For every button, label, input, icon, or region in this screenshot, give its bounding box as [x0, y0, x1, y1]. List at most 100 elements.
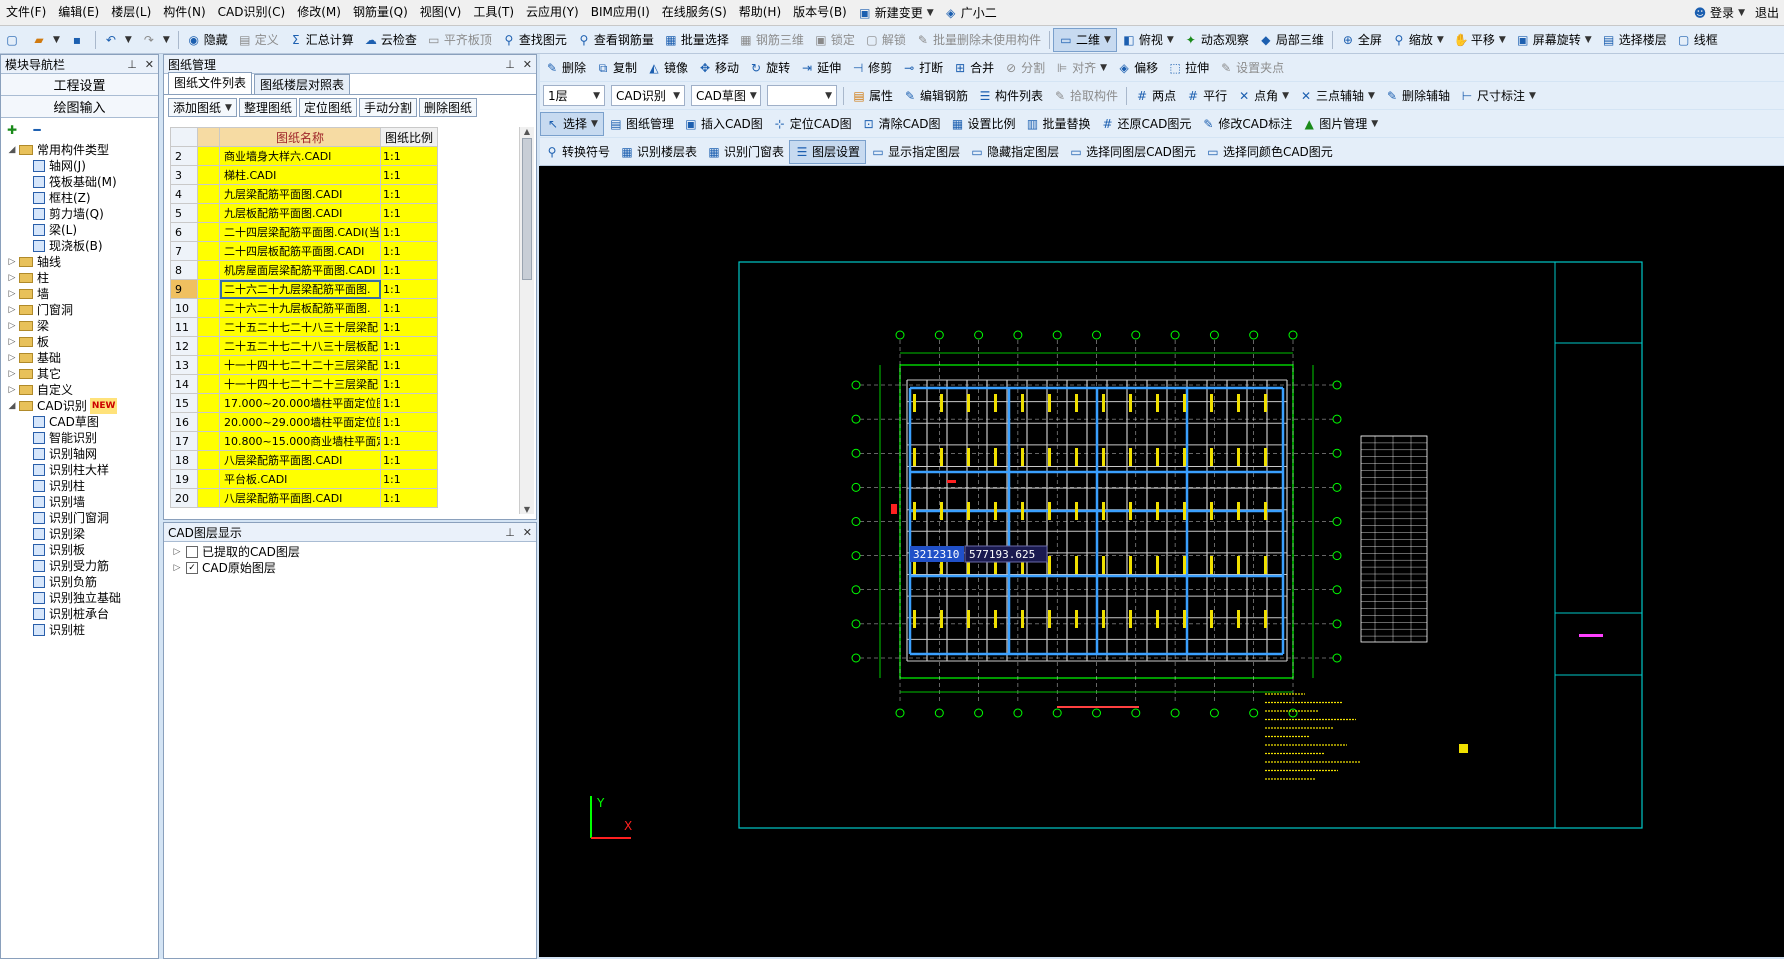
add-drawing-button[interactable]: 添加图纸 ▼: [168, 98, 237, 117]
table-row[interactable]: 12 二十五二十七二十八三十层板配 1:1: [170, 336, 438, 356]
tab-floor-map[interactable]: 图纸楼层对照表: [254, 74, 351, 94]
component-list-button[interactable]: ☰ 构件列表: [973, 84, 1048, 108]
new-file-button[interactable]: ▢: [0, 28, 27, 52]
mirror-button[interactable]: ◭ 镜像: [642, 56, 693, 80]
row-marker[interactable]: [197, 146, 220, 166]
edit-rebar-button[interactable]: ✎ 编辑钢筋: [898, 84, 973, 108]
tree-item[interactable]: 识别柱: [1, 478, 158, 494]
drawing-scale-cell[interactable]: 1:1: [380, 298, 438, 318]
tree-item[interactable]: 识别门窗洞: [1, 510, 158, 526]
tree-item[interactable]: 筏板基础(M): [1, 174, 158, 190]
row-marker[interactable]: [197, 184, 220, 204]
row-marker[interactable]: [197, 279, 220, 299]
table-row[interactable]: 13 十一十四十七二十二十三层梁配 1:1: [170, 355, 438, 375]
tree-item[interactable]: ▷ 轴线: [1, 254, 158, 270]
show-layer-button[interactable]: ▭ 显示指定图层: [866, 140, 965, 164]
drawing-name-cell[interactable]: 九层板配筋平面图.CADI: [219, 203, 381, 223]
hide-layer-button[interactable]: ▭ 隐藏指定图层: [965, 140, 1064, 164]
menu-rebar[interactable]: 钢筋量(Q): [347, 0, 414, 25]
header-name[interactable]: 图纸名称: [219, 127, 381, 147]
tree-item[interactable]: 识别独立基础: [1, 590, 158, 606]
drawing-scrollbar[interactable]: ▲ ▼: [519, 127, 534, 514]
expand-icon[interactable]: ▷: [7, 318, 17, 334]
identify-door-table-button[interactable]: ▦ 识别门窗表: [702, 140, 789, 164]
expand-all-icon[interactable]: ✚: [5, 123, 19, 137]
checkbox-unchecked-icon[interactable]: [186, 546, 198, 558]
expand-icon[interactable]: ▷: [7, 366, 17, 382]
layer-setting-button[interactable]: ☰ 图层设置: [789, 139, 867, 164]
drawing-scale-cell[interactable]: 1:1: [380, 469, 438, 489]
drawing-scale-cell[interactable]: 1:1: [380, 260, 438, 280]
drawing-scale-cell[interactable]: 1:1: [380, 279, 438, 299]
redo-button[interactable]: ↷ ▼: [137, 28, 175, 52]
rebar-3d-button[interactable]: ▦ 钢筋三维: [734, 28, 809, 52]
table-row[interactable]: 9 二十六二十九层梁配筋平面图. 1:1: [170, 279, 438, 299]
batch-replace-button[interactable]: ▥ 批量替换: [1021, 112, 1096, 136]
expand-icon[interactable]: ▷: [7, 270, 17, 286]
menu-help[interactable]: 帮助(H): [733, 0, 787, 25]
new-change-button[interactable]: ▣ 新建变更 ▼: [853, 1, 939, 25]
pin-icon[interactable]: ⊥: [127, 58, 137, 71]
drawing-scale-cell[interactable]: 1:1: [380, 222, 438, 242]
menu-view[interactable]: 视图(V): [414, 0, 468, 25]
menu-cloud[interactable]: 云应用(Y): [520, 0, 585, 25]
same-layer-button[interactable]: ▭ 选择同图层CAD图元: [1064, 140, 1201, 164]
trim-button[interactable]: ⊣ 修剪: [846, 56, 897, 80]
drawing-scale-cell[interactable]: 1:1: [380, 165, 438, 185]
close-icon[interactable]: ✕: [523, 58, 532, 71]
find-button[interactable]: ⚲ 查找图元: [497, 28, 572, 52]
zoom-button[interactable]: ⚲ 缩放 ▼: [1387, 28, 1449, 52]
login-button[interactable]: ☻ 登录 ▼: [1688, 1, 1750, 25]
expand-icon[interactable]: ▷: [7, 286, 17, 302]
drawing-name-cell[interactable]: 商业墙身大样六.CADI: [219, 146, 381, 166]
layer-item-original[interactable]: ▷ ✓ CAD原始图层: [172, 560, 528, 576]
tree-item[interactable]: 识别受力筋: [1, 558, 158, 574]
expand-icon[interactable]: ▷: [7, 254, 17, 270]
row-marker[interactable]: [197, 298, 220, 318]
table-row[interactable]: 2 商业墙身大样六.CADI 1:1: [170, 146, 438, 166]
project-settings-button[interactable]: 工程设置: [1, 74, 158, 96]
dynamic-view-button[interactable]: ✦ 动态观察: [1179, 28, 1254, 52]
row-marker[interactable]: [197, 431, 220, 451]
property-button[interactable]: ▤ 属性: [847, 84, 898, 108]
expand-icon[interactable]: ▷: [7, 334, 17, 350]
dimension-button[interactable]: ⊢ 尺寸标注 ▼: [1455, 84, 1541, 108]
row-marker[interactable]: [197, 469, 220, 489]
tree-item[interactable]: ▷ 板: [1, 334, 158, 350]
drawing-scale-cell[interactable]: 1:1: [380, 374, 438, 394]
table-row[interactable]: 15 17.000~20.000墙柱平面定位图. 1:1: [170, 393, 438, 413]
drawing-name-cell[interactable]: 二十六二十九层板配筋平面图.: [219, 298, 381, 318]
drawing-name-cell[interactable]: 八层梁配筋平面图.CADI: [219, 488, 381, 508]
tree-item[interactable]: ▷ 基础: [1, 350, 158, 366]
point-angle-button[interactable]: ✕ 点角 ▼: [1232, 84, 1294, 108]
tree-item[interactable]: 轴网(J): [1, 158, 158, 174]
drawing-scale-cell[interactable]: 1:1: [380, 393, 438, 413]
component-select[interactable]: ▼: [767, 85, 837, 106]
flat-top-button[interactable]: ▭ 平齐板顶: [422, 28, 497, 52]
table-row[interactable]: 11 二十五二十七二十八三十层梁配 1:1: [170, 317, 438, 337]
row-marker[interactable]: [197, 165, 220, 185]
close-icon[interactable]: ✕: [145, 58, 154, 71]
table-row[interactable]: 4 九层梁配筋平面图.CADI 1:1: [170, 184, 438, 204]
row-marker[interactable]: [197, 393, 220, 413]
view-2d-button[interactable]: ▭ 二维 ▼: [1052, 27, 1117, 52]
drawing-name-cell[interactable]: 10.800~15.000商业墙柱平面定: [219, 431, 381, 451]
select-button[interactable]: ↖ 选择 ▼: [540, 111, 604, 136]
drawing-name-cell[interactable]: 九层梁配筋平面图.CADI: [219, 184, 381, 204]
menu-component[interactable]: 构件(N): [157, 0, 211, 25]
drawing-scale-cell[interactable]: 1:1: [380, 355, 438, 375]
image-mgr-button[interactable]: ▲ 图片管理 ▼: [1297, 112, 1383, 136]
rotate-screen-button[interactable]: ▣ 屏幕旋转 ▼: [1511, 28, 1597, 52]
drawing-name-cell[interactable]: 十一十四十七二十二十三层梁配: [219, 374, 381, 394]
expand-icon[interactable]: ▷: [172, 560, 182, 576]
tree-item[interactable]: 现浇板(B): [1, 238, 158, 254]
row-marker[interactable]: [197, 488, 220, 508]
rotate-button[interactable]: ↻ 旋转: [744, 56, 795, 80]
clear-cad-button[interactable]: ⊡ 清除CAD图: [857, 112, 946, 136]
menu-version[interactable]: 版本号(B): [787, 0, 853, 25]
define-button[interactable]: ▤ 定义: [233, 28, 284, 52]
drawing-name-cell[interactable]: 17.000~20.000墙柱平面定位图.: [219, 393, 381, 413]
collapse-icon[interactable]: ◢: [7, 398, 17, 414]
save-button[interactable]: ▪: [65, 28, 92, 52]
insert-cad-button[interactable]: ▣ 插入CAD图: [679, 112, 768, 136]
